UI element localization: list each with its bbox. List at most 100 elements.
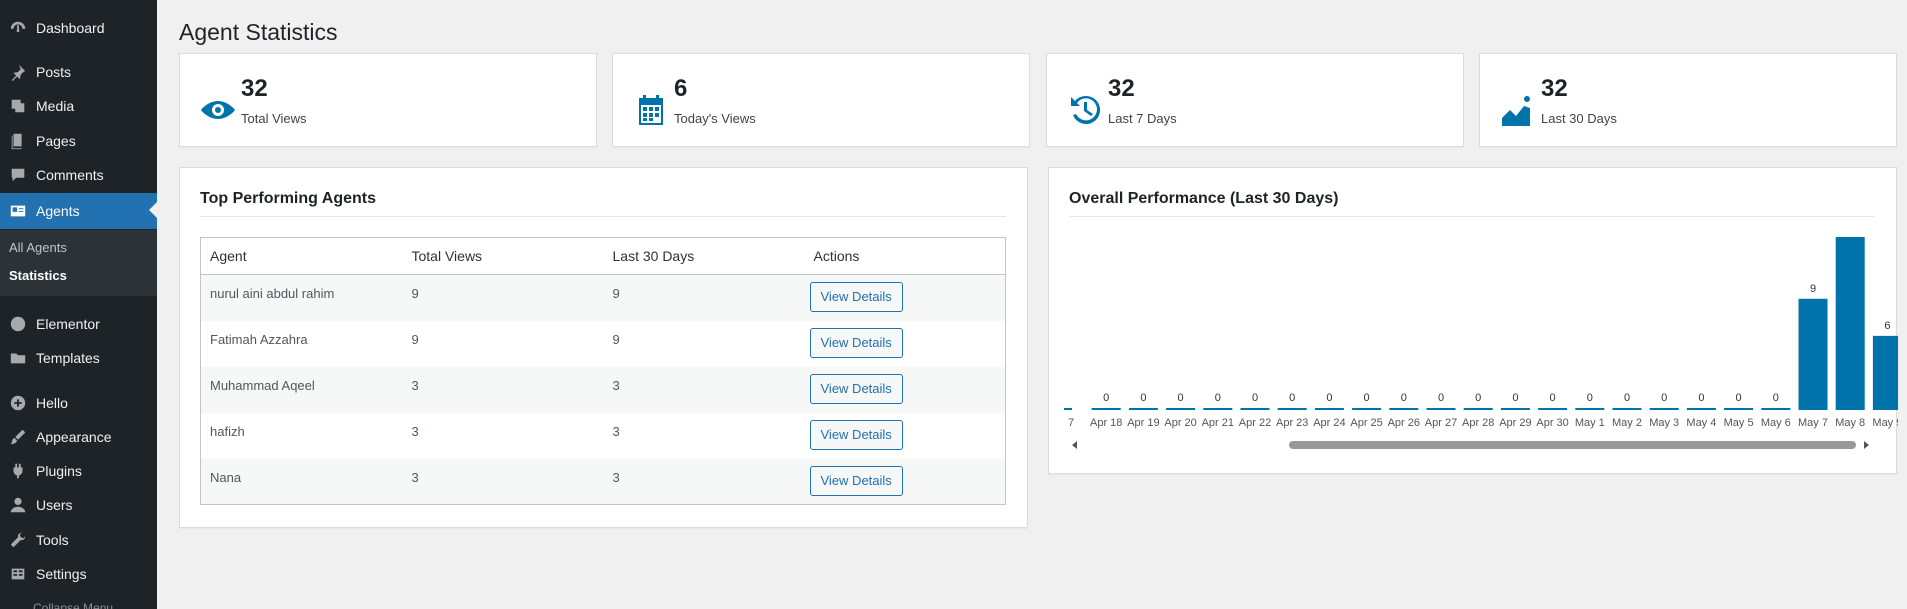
plus-circle-icon [0,394,36,412]
sidebar-item-pages[interactable]: Pages [0,124,157,158]
chart-x-tick-label: May 4 [1686,417,1716,429]
sidebar-item-dashboard[interactable]: Dashboard [0,11,157,45]
chart-bar[interactable] [1538,408,1568,410]
chart-bar[interactable] [1426,408,1456,410]
total-views: 9 [402,274,604,321]
chart-x-tick-label: Apr 29 [1499,417,1531,429]
chart-bar[interactable] [1091,408,1121,410]
sidebar-item-label: Comments [36,167,104,183]
submenu-item-statistics[interactable]: Statistics [9,268,67,283]
chart-data-label: 0 [1438,392,1444,404]
scroll-left-arrow[interactable] [1072,441,1077,449]
sidebar-item-templates[interactable]: Templates [0,341,157,375]
sidebar-item-settings[interactable]: Settings [0,557,157,591]
chart-bar[interactable] [1649,408,1679,410]
stat-label: Last 7 Days [1108,111,1177,126]
chart-x-tick-label: May 5 [1724,417,1754,429]
chart-bar[interactable] [1835,237,1865,410]
chart-bar[interactable] [1612,408,1642,410]
chart-x-tick-label: May 7 [1798,417,1828,429]
sidebar-item-tools[interactable]: Tools [0,523,157,557]
sidebar-item-posts[interactable]: Posts [0,55,157,89]
agent-name: Muhammad Aqeel [200,366,403,413]
agent-name: Nana [200,458,403,505]
agents-submenu: All Agents Statistics [0,230,157,296]
stat-label: Last 30 Days [1541,111,1617,126]
chart-data-label: 0 [1326,392,1332,404]
chart-bar[interactable] [1761,408,1791,410]
chart-bar[interactable] [1872,335,1898,410]
chart-data-label: 0 [1512,392,1518,404]
chart-x-tick-label: 7 [1068,417,1074,429]
view-details-button[interactable]: View Details [809,419,903,450]
chart-bar[interactable] [1277,408,1307,410]
chart-x-tick-label: Apr 27 [1425,417,1457,429]
last-30-days: 3 [612,423,620,439]
sidebar-item-hello[interactable]: Hello [0,386,157,420]
stat-value: 32 [1541,75,1568,102]
chart-bar[interactable] [1128,408,1158,410]
chart-x-tick-label: Apr 24 [1313,417,1345,429]
stat-card-todays-views: 6 Today's Views [612,53,1030,147]
view-details-button[interactable]: View Details [809,282,903,312]
chart-bar[interactable] [1203,408,1233,410]
column-header-total-views: Total Views [402,237,604,275]
chart-bar[interactable] [1463,408,1493,410]
column-header-last-30-days: Last 30 Days [603,237,805,275]
chart-bar[interactable] [1686,408,1716,410]
agents-table: Agent Total Views Last 30 Days Actions n… [200,237,1006,505]
chart-data-label: 6 [1884,320,1890,332]
chart-scrollbar-thumb[interactable] [1289,441,1856,449]
chart-bar[interactable] [1575,408,1605,410]
agent-name: hafizh [210,423,245,439]
stat-value: 32 [1108,75,1135,102]
sidebar-item-label: Agents [36,203,80,219]
view-details-button[interactable]: View Details [809,465,903,496]
sidebar-item-comments[interactable]: Comments [0,158,157,192]
last-30-days: 3 [603,366,805,413]
chart-bar[interactable] [1314,408,1344,410]
sidebar-item-agents[interactable]: Agents [0,193,157,229]
comment-icon [0,166,36,184]
top-agents-panel: Top Performing Agents Agent Total Views … [179,167,1028,528]
sidebar-item-media[interactable]: Media [0,89,157,123]
chart-bar[interactable] [1724,408,1754,410]
sidebar-item-appearance[interactable]: Appearance [0,420,157,454]
table-row: hafizh 3 3 View Details [201,413,1006,459]
submenu-item-all-agents[interactable]: All Agents [9,240,67,255]
sidebar-item-users[interactable]: Users [0,488,157,522]
sidebar-item-collapse-menu[interactable]: Collapse Menu [33,601,113,609]
chart-x-tick-label: May 1 [1575,417,1605,429]
chart-data-label: 0 [1289,392,1295,404]
stat-label: Total Views [241,111,307,126]
chart-bar[interactable] [1500,408,1530,410]
chart-bar[interactable] [1798,298,1828,410]
chart-bar[interactable] [1389,408,1419,410]
chart-data-label: 0 [1698,392,1704,404]
sidebar-item-elementor[interactable]: Elementor [0,307,157,341]
chart-x-tick-label: Apr 30 [1536,417,1568,429]
folder-icon [0,349,36,367]
table-row: Nana 3 3 View Details [200,458,1006,505]
view-details-button[interactable]: View Details [809,373,903,404]
sidebar-item-label: Elementor [36,316,100,332]
chart-x-tick-label: May 3 [1649,417,1679,429]
chart-bar[interactable] [1064,408,1072,410]
view-details-button[interactable]: View Details [809,327,903,358]
chart-bar[interactable] [1240,408,1270,410]
chart-data-label: 0 [1475,392,1481,404]
chart-bar[interactable] [1352,408,1382,410]
chart-bar[interactable] [1166,408,1196,410]
scroll-right-arrow[interactable] [1864,441,1869,449]
sidebar-item-label: Posts [36,64,72,80]
stat-card-last-30-days: 32 Last 30 Days [1479,53,1897,147]
elementor-icon [0,315,36,333]
chart-data-label: 0 [1550,392,1556,404]
divider [200,216,1006,217]
column-header-agent: Agent [200,237,403,275]
stat-card-last-7-days: 32 Last 7 Days [1046,53,1464,147]
sidebar-item-plugins[interactable]: Plugins [0,454,157,488]
chart-x-tick-label: May 9 [1872,417,1898,429]
stat-card-total-views: 32 Total Views [179,53,597,147]
chart-x-tick-label: Apr 22 [1239,417,1271,429]
